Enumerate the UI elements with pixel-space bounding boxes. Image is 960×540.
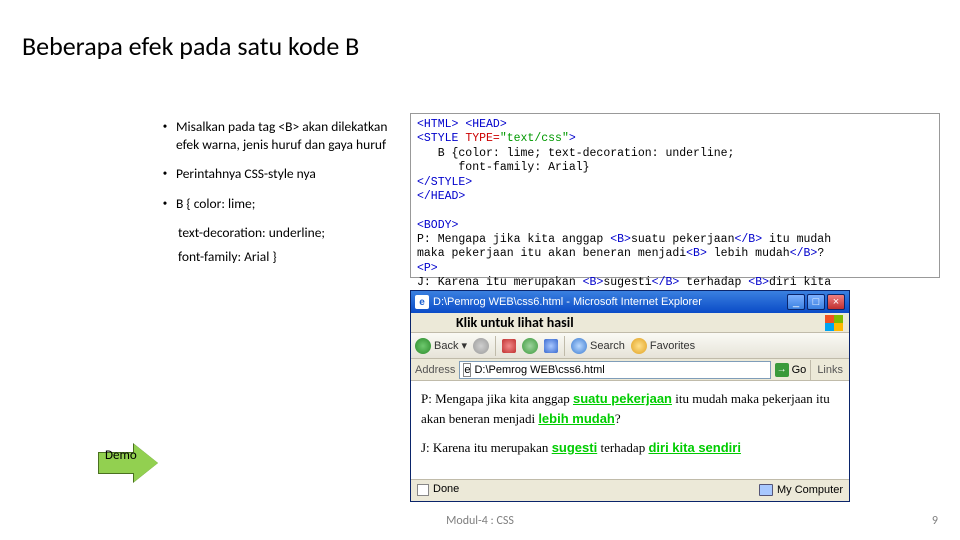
browser-title-text: D:\Pemrog WEB\css6.html - Microsoft Inte…	[433, 296, 783, 308]
code-box: <HTML> <HEAD> <STYLE TYPE="text/css"> B …	[410, 113, 940, 278]
address-value: D:\Pemrog WEB\css6.html	[474, 364, 604, 376]
ie-icon: e	[415, 295, 429, 309]
home-button[interactable]	[544, 339, 558, 353]
refresh-button[interactable]	[522, 338, 538, 354]
windows-logo-icon	[825, 315, 843, 331]
browser-menubar: Klik untuk lihat hasil	[411, 313, 849, 333]
stop-icon	[502, 339, 516, 353]
search-button[interactable]: Search	[571, 338, 625, 354]
address-field[interactable]: e D:\Pemrog WEB\css6.html	[459, 361, 770, 379]
forward-icon	[473, 338, 489, 354]
back-button[interactable]: Back ▾	[415, 338, 467, 354]
browser-window: e D:\Pemrog WEB\css6.html - Microsoft In…	[410, 290, 850, 502]
forward-button[interactable]	[473, 338, 489, 354]
bullet-2: Perintahnya CSS-style nya	[170, 165, 390, 183]
page-content: P: Mengapa jika kita anggap suatu pekerj…	[411, 381, 849, 479]
bullet-3a: text-decoration: underline;	[160, 224, 390, 242]
klik-overlay: Klik untuk lihat hasil	[456, 314, 574, 331]
footer-text: Modul-4 : CSS	[0, 514, 960, 528]
ie-icon: e	[463, 363, 471, 377]
stop-button[interactable]	[502, 339, 516, 353]
favorites-button[interactable]: Favorites	[631, 338, 695, 354]
close-button[interactable]: ×	[827, 294, 845, 310]
home-icon	[544, 339, 558, 353]
status-bar: Done My Computer	[411, 479, 849, 499]
demo-label: Demo	[105, 448, 137, 463]
page-icon	[417, 484, 429, 496]
refresh-icon	[522, 338, 538, 354]
bullet-3: B { color: lime;	[170, 195, 390, 213]
page-title: Beberapa efek pada satu kode B	[22, 30, 359, 62]
status-zone: My Computer	[759, 484, 843, 496]
links-button[interactable]: Links	[815, 364, 845, 376]
computer-icon	[759, 484, 773, 496]
search-icon	[571, 338, 587, 354]
maximize-button[interactable]: □	[807, 294, 825, 310]
bullet-1: Misalkan pada tag <B> akan dilekatkan ef…	[170, 118, 390, 154]
back-icon	[415, 338, 431, 354]
star-icon	[631, 338, 647, 354]
address-label: Address	[415, 364, 455, 376]
bullet-list: •Misalkan pada tag <B> akan dilekatkan e…	[160, 118, 390, 272]
bullet-3b: font-family: Arial }	[160, 248, 390, 266]
address-bar: Address e D:\Pemrog WEB\css6.html →Go Li…	[411, 359, 849, 381]
page-number: 9	[932, 514, 938, 528]
browser-toolbar: Back ▾ Search Favorites	[411, 333, 849, 359]
go-icon: →	[775, 363, 789, 377]
browser-titlebar: e D:\Pemrog WEB\css6.html - Microsoft In…	[411, 291, 849, 313]
go-button[interactable]: →Go	[775, 363, 807, 377]
status-done: Done	[417, 483, 459, 495]
minimize-button[interactable]: _	[787, 294, 805, 310]
